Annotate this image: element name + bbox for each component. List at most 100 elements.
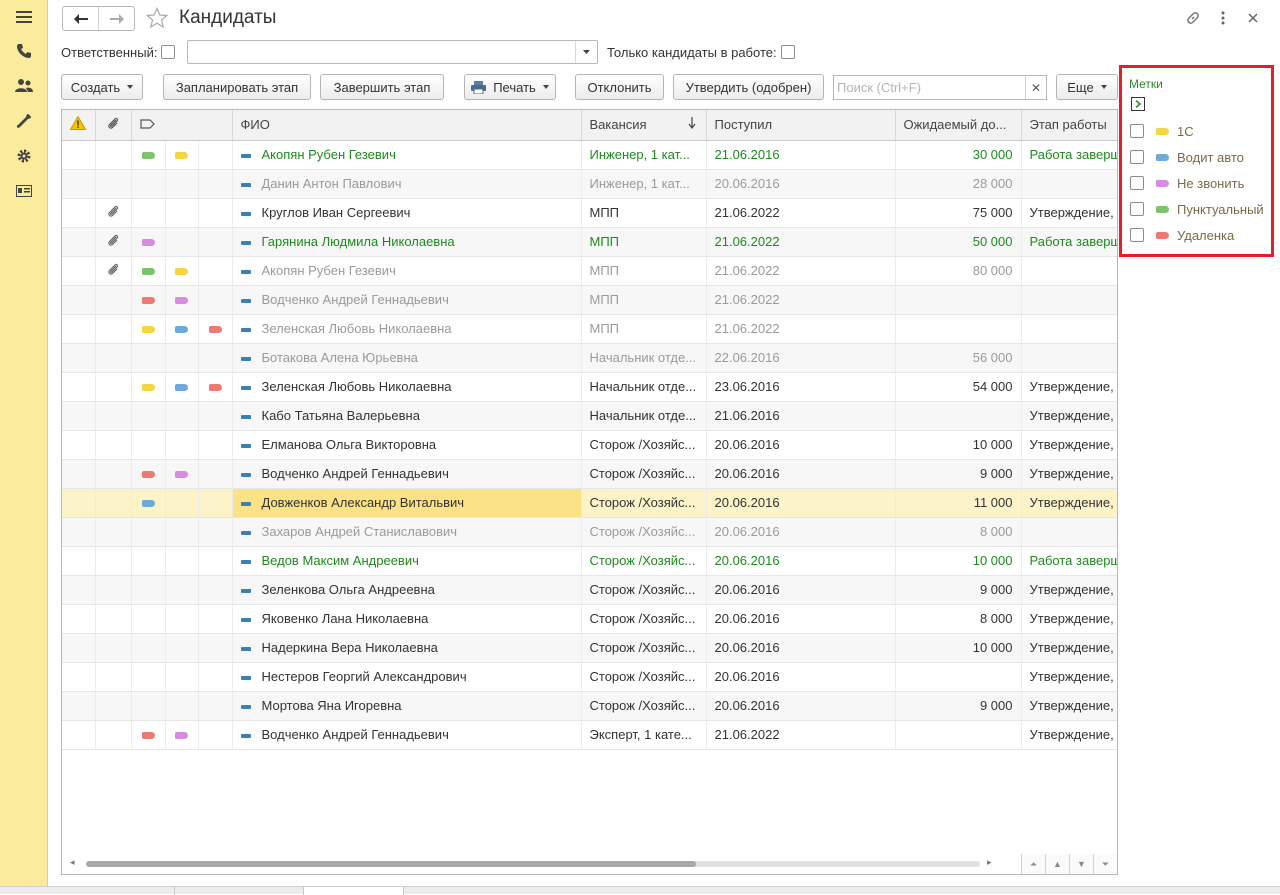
more-icon[interactable] [1213,8,1233,28]
received-date-cell[interactable]: 20.06.2016 [706,488,896,518]
fio-cell[interactable]: Водченко Андрей Геннадьевич [232,285,582,315]
back-button[interactable] [63,7,98,30]
attachment-cell[interactable] [95,459,132,489]
attachment-cell[interactable] [95,169,132,199]
received-date-cell[interactable]: 22.06.2016 [706,343,896,373]
search-input[interactable] [834,76,1026,99]
fio-cell[interactable]: Надеркина Вера Николаевна [232,633,582,663]
stage-cell[interactable] [1021,256,1117,286]
attachment-cell[interactable] [95,372,132,402]
received-date-cell[interactable]: 21.06.2022 [706,285,896,315]
table-row[interactable]: Ботакова Алена Юрьевна Начальник отде... 2… [62,343,1117,373]
attachment-cell[interactable] [95,488,132,518]
stage-cell[interactable]: Утверждение, ... [1021,488,1117,518]
table-row[interactable]: Зеленкова Ольга Андреевна Сторож /Хозяйс.… [62,575,1117,605]
attachment-cell[interactable] [95,256,132,286]
fio-cell[interactable]: Гарянина Людмила Николаевна [232,227,582,257]
last-page-icon[interactable]: ⏷ [1093,854,1117,874]
phone-icon[interactable] [12,39,36,63]
forward-button[interactable] [98,7,134,30]
column-header-stage[interactable]: Этап работы [1021,110,1117,141]
responsible-checkbox[interactable] [161,45,175,59]
vacancy-cell[interactable]: Инженер, 1 кат... [581,140,707,170]
search-clear-button[interactable]: ✕ [1025,76,1046,99]
vacancy-cell[interactable]: Сторож /Хозяйс... [581,662,707,692]
tag-filter-checkbox[interactable] [1130,176,1144,190]
fio-cell[interactable]: Нестеров Георгий Александрович [232,662,582,692]
table-row[interactable]: Елманова Ольга Викторовна Сторож /Хозяйс.… [62,430,1117,460]
received-date-cell[interactable]: 20.06.2016 [706,662,896,692]
fio-cell[interactable]: Данин Антон Павлович [232,169,582,199]
received-date-cell[interactable]: 21.06.2022 [706,227,896,257]
received-date-cell[interactable]: 21.06.2022 [706,198,896,228]
vacancy-cell[interactable]: Начальник отде... [581,401,707,431]
attachment-cell[interactable] [95,517,132,547]
attachment-cell[interactable] [95,633,132,663]
attachment-cell[interactable] [95,662,132,692]
tag-filter-checkbox[interactable] [1130,124,1144,138]
tag-filter-item[interactable]: Удаленка [1130,227,1234,243]
column-header-expected-income[interactable]: Ожидаемый до... [895,110,1022,141]
scroll-right-icon[interactable]: ▸ [987,857,992,868]
scrollbar-thumb[interactable] [86,861,696,867]
table-row[interactable]: Довженков Александр Витальвич Сторож /Хоз… [62,488,1117,518]
attachment-cell[interactable] [95,720,132,750]
vacancy-cell[interactable]: МПП [581,198,707,228]
prev-page-icon[interactable]: ▲ [1045,854,1069,874]
horizontal-scrollbar[interactable]: ◂ ▸ ⏶ ▲ ▼ ⏷ [62,854,1117,874]
expected-income-cell[interactable] [895,401,1022,431]
expected-income-cell[interactable]: 80 000 [895,256,1022,286]
gear-icon[interactable] [12,144,36,168]
fio-cell[interactable]: Елманова Ольга Викторовна [232,430,582,460]
table-row[interactable]: Зеленская Любовь Николаевна МПП 21.06.2022 [62,314,1117,344]
wrench-icon[interactable] [12,109,36,133]
stage-cell[interactable] [1021,169,1117,199]
link-icon[interactable] [1183,8,1203,28]
expected-income-cell[interactable] [895,720,1022,750]
table-row[interactable]: Акопян Рубен Гезевич МПП 21.06.2022 80 000 [62,256,1117,286]
received-date-cell[interactable]: 21.06.2022 [706,720,896,750]
vacancy-cell[interactable]: Сторож /Хозяйс... [581,517,707,547]
column-header-vacancy[interactable]: Вакансия [581,110,707,141]
vacancy-cell[interactable]: Сторож /Хозяйс... [581,546,707,576]
stage-cell[interactable]: Утверждение, ... [1021,459,1117,489]
tag-filter-checkbox[interactable] [1130,150,1144,164]
stage-cell[interactable]: Работа заверш... [1021,140,1117,170]
fio-cell[interactable]: Зеленская Любовь Николаевна [232,372,582,402]
plan-stage-button[interactable]: Запланировать этап [163,74,311,100]
table-row[interactable]: Гарянина Людмила Николаевна МПП 21.06.2022… [62,227,1117,257]
expected-income-cell[interactable] [895,314,1022,344]
table-row[interactable]: Водченко Андрей Геннадьевич Сторож /Хозяй… [62,459,1117,489]
received-date-cell[interactable]: 23.06.2016 [706,372,896,402]
expected-income-cell[interactable]: 9 000 [895,459,1022,489]
table-row[interactable]: Кабо Татьяна Валерьевна Начальник отде...… [62,401,1117,431]
close-icon[interactable] [1243,8,1263,28]
vacancy-cell[interactable]: МПП [581,285,707,315]
fio-cell[interactable]: Ведов Максим Андреевич [232,546,582,576]
attachment-cell[interactable] [95,285,132,315]
table-row[interactable]: Надеркина Вера Николаевна Сторож /Хозяйс.… [62,633,1117,663]
expected-income-cell[interactable]: 9 000 [895,575,1022,605]
expected-income-cell[interactable]: 10 000 [895,633,1022,663]
fio-cell[interactable]: Акопян Рубен Гезевич [232,256,582,286]
fio-cell[interactable]: Ботакова Алена Юрьевна [232,343,582,373]
vacancy-cell[interactable]: Сторож /Хозяйс... [581,604,707,634]
fio-cell[interactable]: Мортова Яна Игоревна [232,691,582,721]
received-date-cell[interactable]: 20.06.2016 [706,633,896,663]
fio-cell[interactable]: Кабо Татьяна Валерьевна [232,401,582,431]
stage-cell[interactable] [1021,285,1117,315]
fio-cell[interactable]: Зеленкова Ольга Андреевна [232,575,582,605]
received-date-cell[interactable]: 20.06.2016 [706,430,896,460]
table-row[interactable]: Ведов Максим Андреевич Сторож /Хозяйс... 2… [62,546,1117,576]
vacancy-cell[interactable]: Начальник отде... [581,343,707,373]
first-page-icon[interactable]: ⏶ [1021,854,1045,874]
responsible-dropdown-button[interactable] [575,41,597,63]
attachment-cell[interactable] [95,401,132,431]
vacancy-cell[interactable]: Сторож /Хозяйс... [581,488,707,518]
expected-income-cell[interactable]: 56 000 [895,343,1022,373]
reject-button[interactable]: Отклонить [575,74,664,100]
expected-income-cell[interactable]: 75 000 [895,198,1022,228]
fio-cell[interactable]: Акопян Рубен Гезевич [232,140,582,170]
next-page-icon[interactable]: ▼ [1069,854,1093,874]
vacancy-cell[interactable]: Сторож /Хозяйс... [581,430,707,460]
